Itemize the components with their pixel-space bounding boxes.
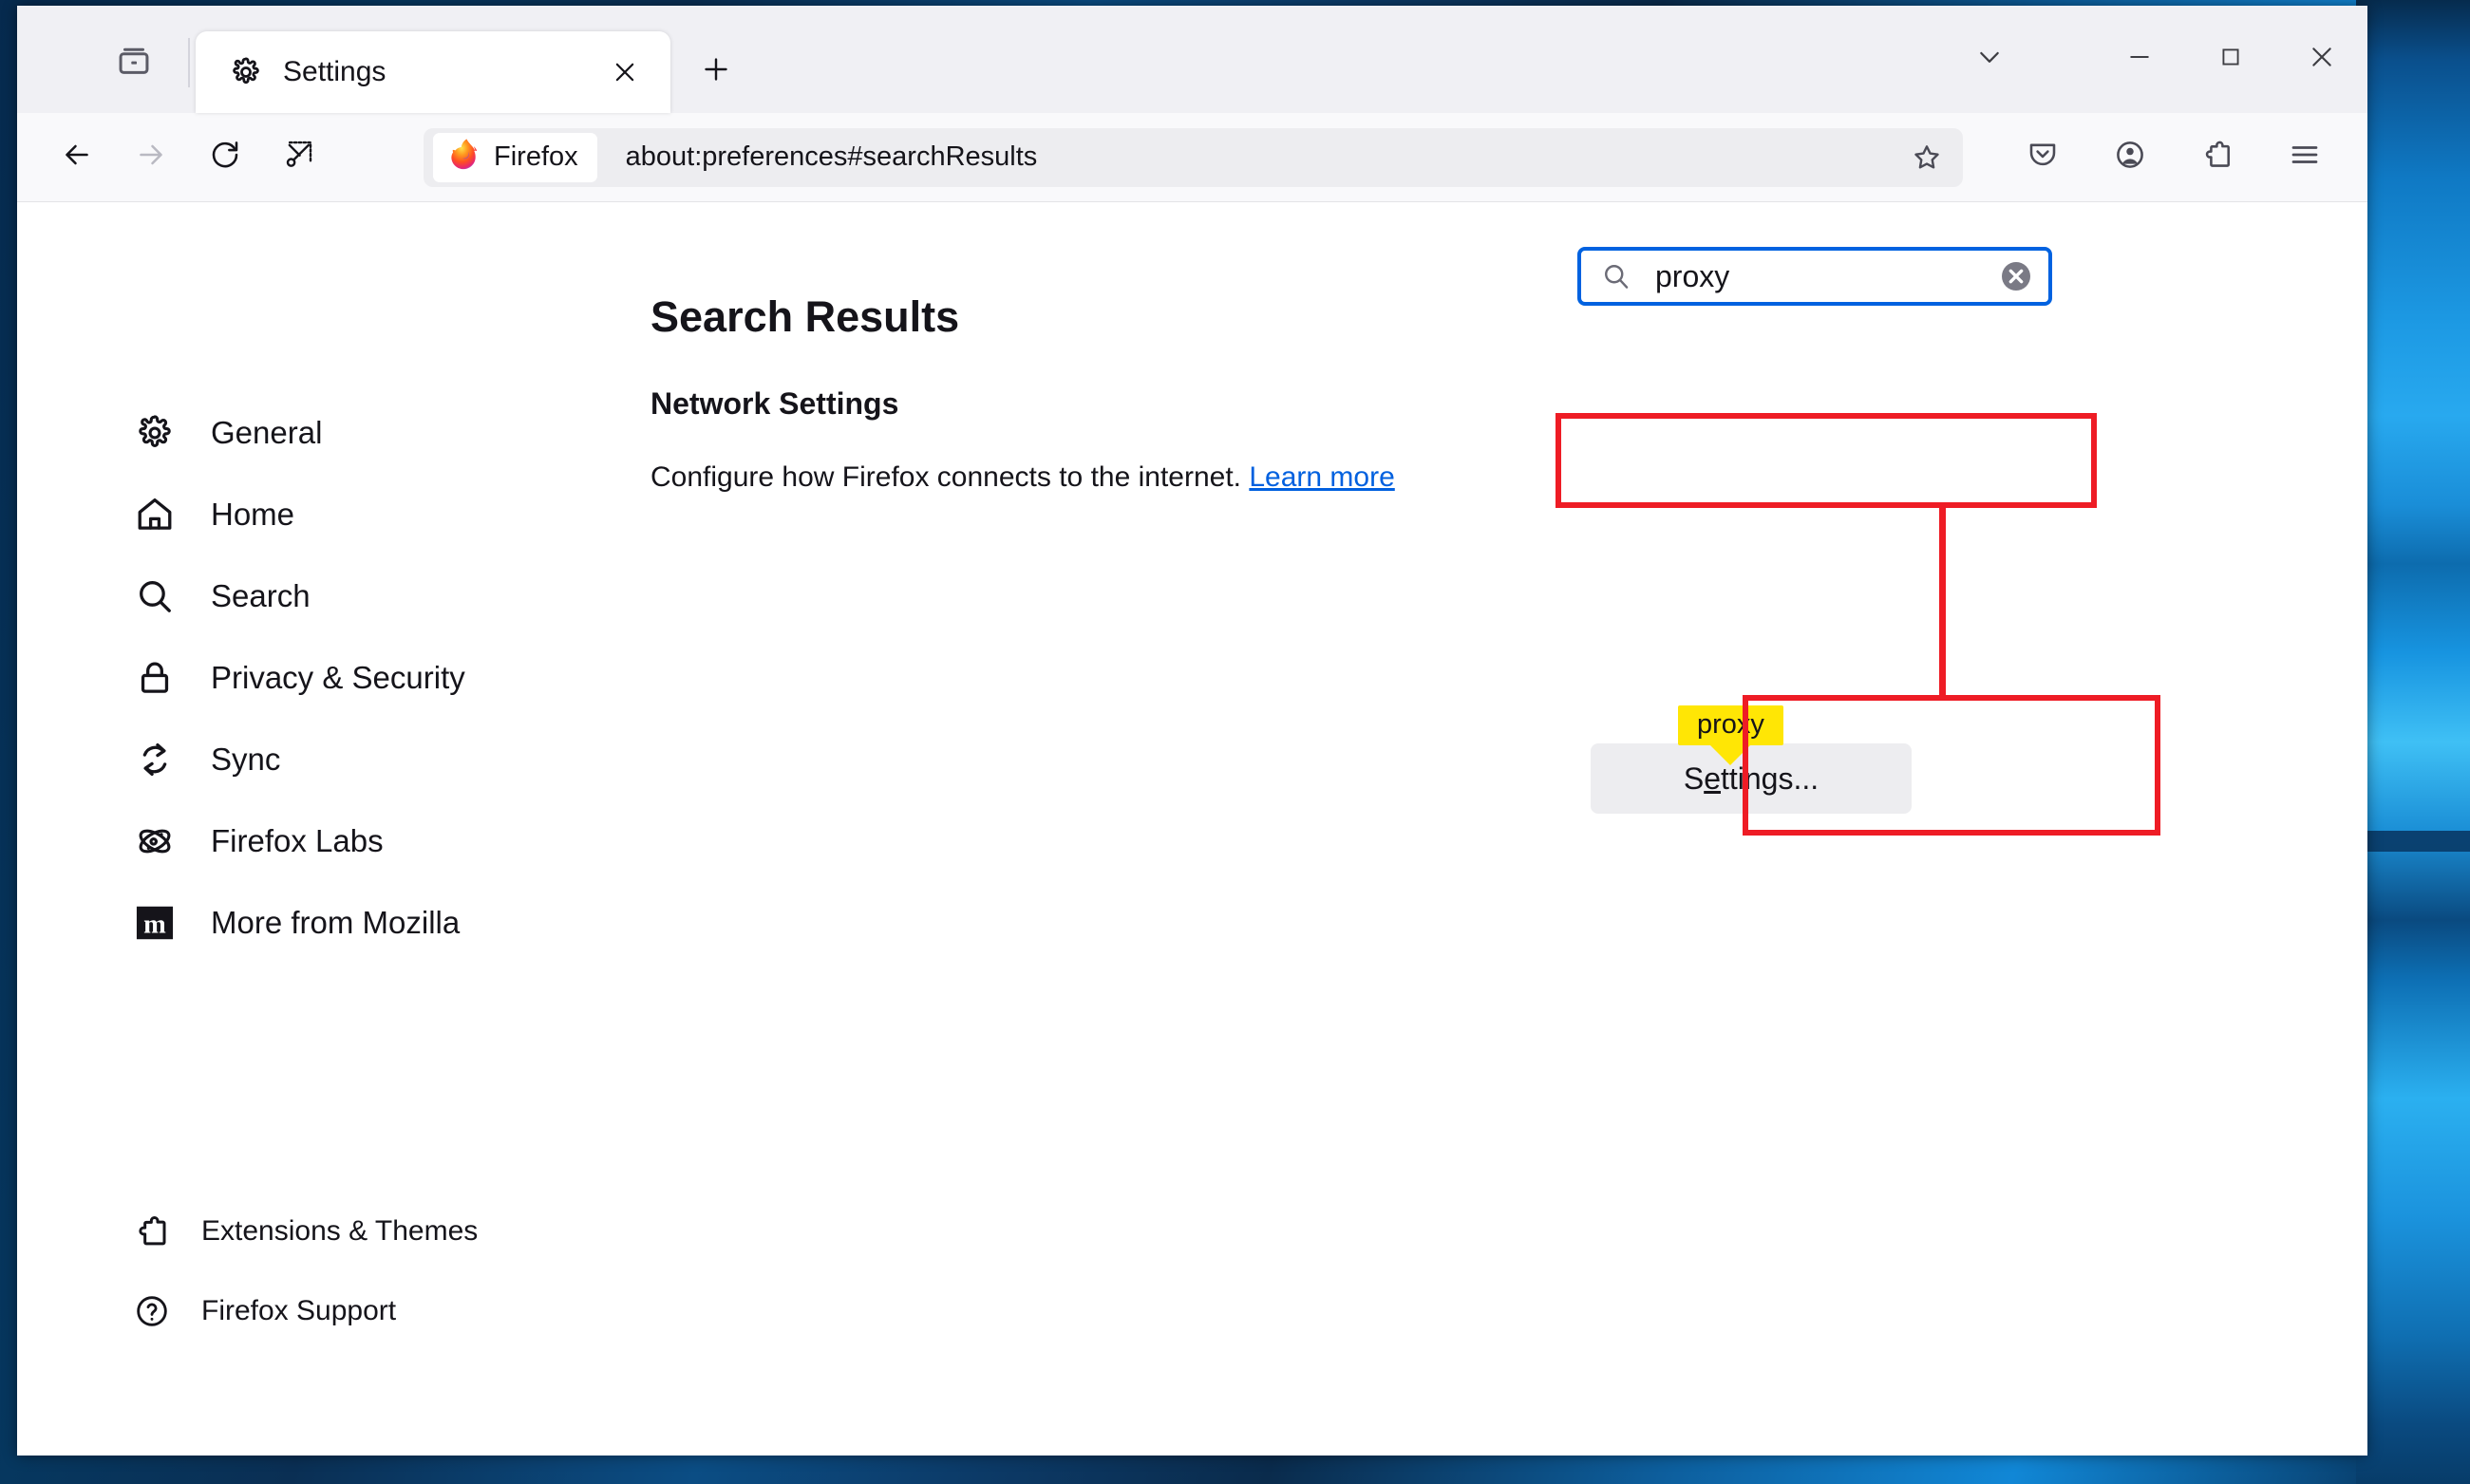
tooltip-text: proxy xyxy=(1697,709,1764,740)
sidebar-item-firefox-labs[interactable]: Firefox Labs xyxy=(17,800,625,882)
svg-text:m: m xyxy=(143,910,166,939)
gear-icon xyxy=(133,411,177,455)
sidebar-item-privacy-security[interactable]: Privacy & Security xyxy=(17,637,625,719)
search-input[interactable]: proxy xyxy=(1577,247,2052,306)
tab-strip-separator xyxy=(188,38,190,87)
mozilla-m-icon: m xyxy=(133,901,177,945)
tooltip-proxy: proxy xyxy=(1678,705,1783,746)
maximize-icon xyxy=(2217,44,2244,75)
list-all-tabs-button[interactable] xyxy=(1944,21,2035,99)
preferences-content: General Home Search Privacy & Security S… xyxy=(17,202,2367,1456)
back-button[interactable] xyxy=(46,126,108,189)
section-description-text: Configure how Firefox connects to the in… xyxy=(650,461,1242,493)
minimize-icon xyxy=(2125,43,2154,76)
sidebar-item-home[interactable]: Home xyxy=(17,474,625,555)
sync-icon xyxy=(133,738,177,781)
sidebar-item-label: Home xyxy=(211,497,295,532)
chevron-down-icon xyxy=(1974,42,2005,77)
tab-strip: Settings xyxy=(17,6,2367,113)
search-input-container: proxy xyxy=(1577,247,2052,306)
gear-icon xyxy=(228,54,264,90)
scissors-icon xyxy=(282,138,316,177)
screenshot-button[interactable] xyxy=(268,126,330,189)
tab-close-icon[interactable] xyxy=(602,49,648,95)
extensions-button[interactable] xyxy=(2186,126,2249,189)
sidebar-item-sync[interactable]: Sync xyxy=(17,719,625,800)
identity-chip[interactable]: Firefox xyxy=(433,132,597,182)
url-text[interactable]: about:preferences#searchResults xyxy=(626,141,1900,173)
address-bar[interactable]: Firefox about:preferences#searchResults xyxy=(424,127,1963,187)
firefox-view-button[interactable] xyxy=(104,33,163,92)
lock-icon xyxy=(133,656,177,700)
puzzle-icon xyxy=(2200,138,2234,177)
pocket-button[interactable] xyxy=(2011,126,2074,189)
sidebar-item-label: Privacy & Security xyxy=(211,660,465,695)
browser-window: Settings Firefox about:preferences#searc… xyxy=(17,6,2367,1456)
sidebar-bottom-links: Extensions & Themes Firefox Support xyxy=(17,1192,625,1351)
sidebar-item-label: Extensions & Themes xyxy=(201,1215,479,1247)
account-button[interactable] xyxy=(2099,126,2161,189)
maximize-button[interactable] xyxy=(2185,21,2276,99)
toolbar-right-buttons xyxy=(1999,126,2348,189)
desktop-wallpaper-right xyxy=(2356,0,2470,1484)
sidebar-item-extensions-themes[interactable]: Extensions & Themes xyxy=(17,1192,625,1271)
preferences-main-pane: proxy Search Results Network Settings Co… xyxy=(625,202,2367,1456)
firefox-logo-icon xyxy=(448,139,481,176)
atom-icon xyxy=(133,819,177,863)
search-icon xyxy=(133,574,177,618)
bookmark-star-icon[interactable] xyxy=(1900,133,1953,182)
sidebar-item-search[interactable]: Search xyxy=(17,555,625,637)
app-menu-button[interactable] xyxy=(2273,126,2336,189)
search-icon xyxy=(1598,258,1634,294)
close-window-button[interactable] xyxy=(2276,21,2367,99)
minimize-button[interactable] xyxy=(2094,21,2185,99)
arrow-left-icon xyxy=(60,138,94,177)
sidebar-item-label: Sync xyxy=(211,742,281,777)
learn-more-link[interactable]: Learn more xyxy=(1249,461,1394,493)
hamburger-menu-icon xyxy=(2288,138,2322,177)
reload-button[interactable] xyxy=(194,126,256,189)
settings-button-accesskey: e xyxy=(1704,761,1721,796)
sidebar-item-label: Firefox Support xyxy=(201,1295,397,1326)
search-input-value[interactable]: proxy xyxy=(1655,259,1997,294)
close-icon xyxy=(2307,42,2337,77)
window-controls xyxy=(1944,6,2367,113)
reload-icon xyxy=(208,138,242,177)
desktop-wallpaper-band xyxy=(2356,831,2470,853)
account-icon xyxy=(2113,138,2147,177)
section-description: Configure how Firefox connects to the in… xyxy=(650,461,1395,494)
sidebar-item-label: Firefox Labs xyxy=(211,823,384,858)
settings-button-label-suffix: ttings... xyxy=(1720,761,1820,796)
annotation-connector xyxy=(1939,508,1946,695)
sidebar-item-label: Search xyxy=(211,578,311,613)
forward-button xyxy=(120,126,182,189)
preferences-sidebar: General Home Search Privacy & Security S… xyxy=(17,202,625,1456)
clear-search-icon[interactable] xyxy=(1997,257,2035,295)
sidebar-item-label: More from Mozilla xyxy=(211,905,461,940)
puzzle-icon xyxy=(133,1212,171,1250)
tab-title: Settings xyxy=(283,56,387,87)
tab-settings[interactable]: Settings xyxy=(196,31,670,113)
navigation-toolbar: Firefox about:preferences#searchResults xyxy=(17,113,2367,202)
sidebar-item-more-from-mozilla[interactable]: m More from Mozilla xyxy=(17,882,625,964)
firefox-view-icon xyxy=(116,43,152,84)
page-title: Search Results xyxy=(650,292,960,341)
sidebar-item-general[interactable]: General xyxy=(17,392,625,474)
new-tab-button[interactable] xyxy=(689,45,743,98)
pocket-icon xyxy=(2026,138,2060,177)
question-circle-icon xyxy=(133,1292,171,1330)
section-title: Network Settings xyxy=(650,386,899,421)
arrow-right-icon xyxy=(134,138,168,177)
sidebar-item-label: General xyxy=(211,415,323,450)
home-icon xyxy=(133,493,177,536)
settings-button-label-prefix: S xyxy=(1683,761,1705,796)
plus-icon xyxy=(700,53,732,90)
sidebar-item-firefox-support[interactable]: Firefox Support xyxy=(17,1271,625,1351)
identity-label: Firefox xyxy=(494,141,578,172)
